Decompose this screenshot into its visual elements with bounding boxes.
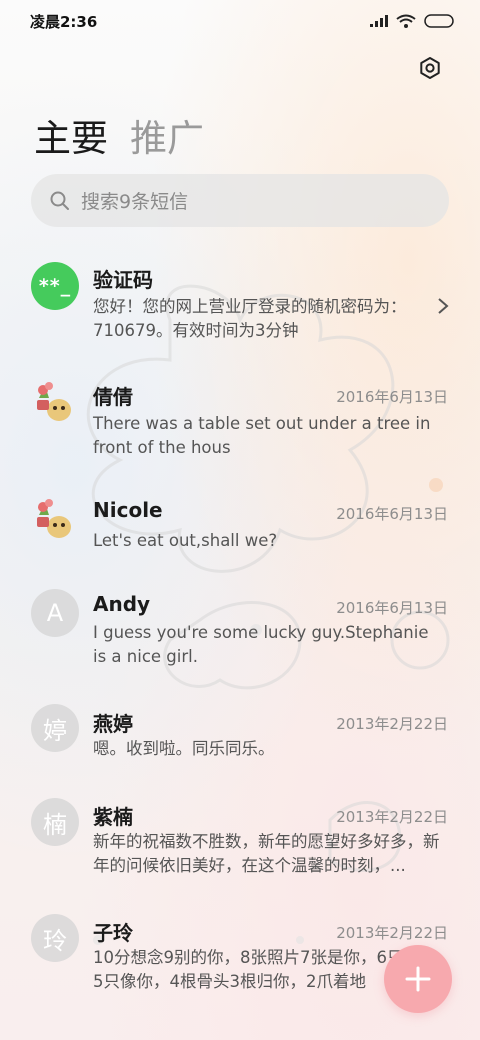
contact-name: 紫楠: [93, 805, 133, 829]
message-date: 2016年6月13日: [336, 388, 448, 406]
avatar: 婷: [31, 704, 79, 752]
message-preview: 新年的祝福数不胜数，新年的愿望好多好多，新年的问候依旧美好，在这个温馨的时刻，.…: [93, 832, 440, 875]
message-thread[interactable]: 婷 燕婷 2013年2月22日 嗯。收到啦。同乐同乐。: [0, 699, 480, 779]
message-preview: There was a table set out under a tree i…: [93, 414, 431, 457]
tab-promotions[interactable]: 推广: [130, 108, 204, 162]
contact-name: 子玲: [93, 921, 133, 945]
status-bar: 凌晨2:36: [0, 0, 480, 42]
avatar-letter: A: [46, 599, 64, 627]
search-bar[interactable]: 搜索9条短信: [31, 174, 449, 227]
avatar: [31, 378, 79, 426]
chevron-right-icon: [438, 298, 449, 314]
contact-name: 倩倩: [93, 385, 133, 409]
tab-primary[interactable]: 主要: [34, 108, 108, 162]
gear-icon: [420, 57, 440, 79]
contact-name: Andy: [93, 592, 151, 616]
sticker-avatar-icon: [37, 382, 71, 421]
message-thread[interactable]: Nicole 2016年6月13日 Let's eat out,shall we…: [0, 489, 480, 569]
contact-name: Nicole: [93, 498, 163, 522]
wifi-icon: [396, 14, 416, 28]
message-date: 2013年2月22日: [336, 808, 448, 826]
avatar-letter: 婷: [43, 716, 67, 745]
avatar: 玲: [31, 914, 79, 962]
battery-icon: [424, 14, 454, 28]
avatar: 楠: [31, 798, 79, 846]
avatar: A: [31, 589, 79, 637]
status-time: 凌晨2:36: [30, 12, 98, 31]
search-icon: [50, 191, 69, 210]
avatar-letter: 楠: [43, 810, 67, 839]
avatar: **_: [31, 262, 79, 310]
settings-button[interactable]: [416, 54, 444, 82]
message-date: 2016年6月13日: [336, 599, 448, 617]
avatar-letter: 玲: [43, 926, 67, 955]
avatar: [31, 495, 79, 543]
contact-name: 验证码: [93, 268, 153, 292]
avatar-text: **_: [38, 275, 72, 297]
message-preview: 嗯。收到啦。同乐同乐。: [93, 739, 275, 758]
message-date: 2013年2月22日: [336, 715, 448, 733]
new-message-button[interactable]: [384, 945, 452, 1013]
message-preview: I guess you're some lucky guy.Stephanie …: [93, 623, 429, 666]
sticker-avatar-icon: [37, 499, 71, 538]
message-preview: Let's eat out,shall we?: [93, 531, 278, 550]
signal-icon: [370, 15, 388, 27]
message-thread[interactable]: 倩倩 2016年6月13日 There was a table set out …: [0, 372, 480, 472]
message-thread[interactable]: 楠 紫楠 2013年2月22日 新年的祝福数不胜数，新年的愿望好多好多，新年的问…: [0, 792, 480, 892]
message-thread[interactable]: **_ 验证码 您好！您的网上营业厅登录的随机密码为：710679。有效时间为3…: [0, 255, 480, 355]
plus-icon: [405, 966, 431, 992]
category-tabs: 主要 推广: [34, 108, 204, 162]
message-date: 2013年2月22日: [336, 924, 448, 942]
contact-name: 燕婷: [93, 712, 133, 736]
message-thread[interactable]: A Andy 2016年6月13日 I guess you're some lu…: [0, 583, 480, 683]
message-preview: 您好！您的网上营业厅登录的随机密码为：710679。有效时间为3分钟: [93, 297, 407, 340]
message-date: 2016年6月13日: [336, 505, 448, 523]
status-icons: [370, 14, 454, 28]
search-placeholder: 搜索9条短信: [81, 191, 189, 213]
